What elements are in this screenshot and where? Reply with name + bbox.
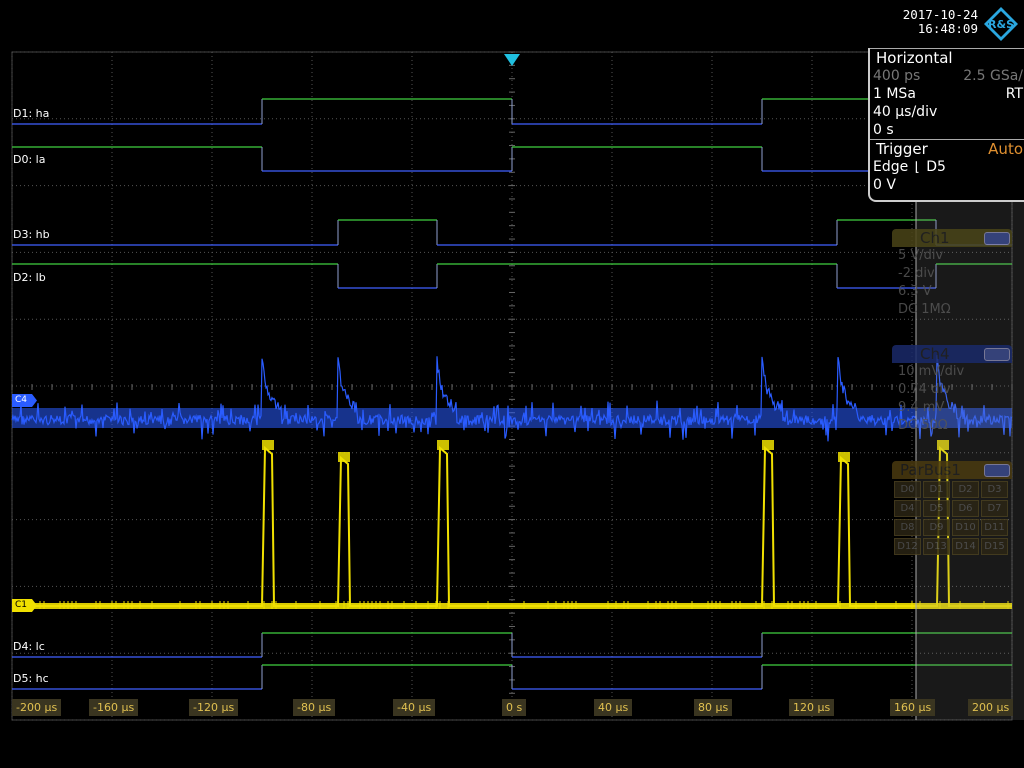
parbus-info-box[interactable]: ParBus1 D0 D1 D2 D3 D4 D5 D6 D7 D8 D9 D1… — [892, 461, 1012, 557]
x-tick-label: 200 µs — [968, 699, 1014, 716]
ch4-offset: 9.4 mV — [898, 400, 945, 415]
digital-label-d1: D1: ha — [13, 107, 50, 120]
timestamp: 2017-10-24 16:48:09 — [903, 8, 978, 36]
parbus-bit[interactable]: D5 — [923, 500, 950, 517]
ch1-pulse-top — [338, 452, 350, 462]
ch4-coupling: DC 50Ω — [898, 418, 948, 433]
ch4-band — [12, 408, 1012, 428]
digital-label-d4: D4: lc — [13, 640, 45, 653]
digital-label-d3: D3: hb — [13, 228, 50, 241]
x-tick-label: -120 µs — [189, 699, 239, 716]
ch1-pulse-top — [762, 440, 774, 450]
x-tick-label: 80 µs — [694, 699, 733, 716]
trigger-position-marker[interactable] — [504, 54, 520, 66]
sample-rate-value: 2.5 GSa/ — [963, 68, 1023, 84]
ch4-box-header[interactable]: Ch4 — [892, 345, 1012, 363]
ch4-box-title: Ch4 — [920, 345, 950, 363]
parbus-bit[interactable]: D12 — [894, 538, 921, 555]
parbus-bit[interactable]: D2 — [952, 481, 979, 498]
horizontal-record-row: 1 MSa RT — [870, 85, 1024, 103]
digital-label-d0: D0: la — [13, 153, 46, 166]
parbus-bit[interactable]: D15 — [981, 538, 1008, 555]
ch1-pulse-top — [437, 440, 449, 450]
falling-edge-icon: ⌊ — [914, 160, 920, 175]
x-tick-label: -200 µs — [12, 699, 62, 716]
svg-text:R&S: R&S — [988, 18, 1014, 31]
time-text: 16:48:09 — [917, 21, 978, 36]
parbus-bit[interactable]: D6 — [952, 500, 979, 517]
parbus-box-title: ParBus1 — [900, 461, 961, 479]
ch1-scale: 5 V/div — [898, 248, 944, 263]
parbus-bit[interactable]: D10 — [952, 519, 979, 536]
ch1-minimize-button[interactable] — [984, 232, 1010, 245]
ch4-scale: 10 mV/div — [898, 364, 965, 379]
trigger-level-value[interactable]: 0 V — [870, 176, 1024, 194]
parbus-minimize-button[interactable] — [984, 464, 1010, 477]
parbus-bit[interactable]: D1 — [923, 481, 950, 498]
x-tick-label: 120 µs — [789, 699, 835, 716]
parbus-bit-grid: D0 D1 D2 D3 D4 D5 D6 D7 D8 D9 D10 D11 D1… — [892, 479, 1012, 557]
parbus-bit[interactable]: D7 — [981, 500, 1008, 517]
ch4-marker[interactable]: C4 — [12, 394, 37, 407]
ch1-box-header[interactable]: Ch1 — [892, 229, 1012, 247]
ch1-box-title: Ch1 — [920, 229, 950, 247]
parbus-bit[interactable]: D14 — [952, 538, 979, 555]
x-tick-label: 160 µs — [890, 699, 936, 716]
ch1-marker[interactable]: C1 — [12, 599, 37, 612]
x-tick-label: -160 µs — [89, 699, 139, 716]
horizontal-position-value[interactable]: 0 s — [870, 121, 1024, 139]
parbus-bit[interactable]: D0 — [894, 481, 921, 498]
analog-traces — [11, 355, 1013, 609]
digital-label-d2: D2: lb — [13, 271, 46, 284]
ch4-info-box[interactable]: Ch4 10 mV/div 0.74 div 9.4 mV DC 50Ω — [892, 345, 1012, 435]
ch1-coupling: DC 1MΩ — [898, 302, 951, 317]
ch1-pulse-top — [838, 452, 850, 462]
horizontal-trigger-panel[interactable]: Horizontal 400 ps 2.5 GSa/ 1 MSa RT 40 µ… — [868, 48, 1024, 202]
parbus-box-header[interactable]: ParBus1 — [892, 461, 1012, 479]
trigger-title: Trigger — [876, 140, 928, 158]
parbus-bit[interactable]: D13 — [923, 538, 950, 555]
x-tick-label: -80 µs — [293, 699, 336, 716]
x-tick-label: 40 µs — [594, 699, 633, 716]
trigger-source: D5 — [926, 159, 946, 175]
horizontal-resolution-row: 400 ps 2.5 GSa/ — [870, 67, 1024, 85]
parbus-bit[interactable]: D11 — [981, 519, 1008, 536]
ch1-offset: 6.3 V — [898, 284, 932, 299]
ch1-pulse-top — [262, 440, 274, 450]
ch1-offset-div: -2 div — [898, 266, 935, 281]
resolution-value: 400 ps — [873, 68, 921, 84]
ch4-minimize-button[interactable] — [984, 348, 1010, 361]
ch1-band — [12, 603, 1012, 609]
ch1-waveform — [12, 445, 1012, 607]
acq-mode-value: RT — [1005, 86, 1023, 102]
x-tick-label: -40 µs — [393, 699, 436, 716]
ch4-offset-div: 0.74 div — [898, 382, 951, 397]
digital-label-d5: D5: hc — [13, 672, 49, 685]
rohde-schwarz-logo-icon: R&S — [984, 7, 1018, 41]
trigger-type: Edge — [873, 159, 909, 175]
time-scale-value[interactable]: 40 µs/div — [870, 103, 1024, 121]
trigger-header[interactable]: Trigger Auto — [870, 139, 1024, 158]
parbus-bit[interactable]: D8 — [894, 519, 921, 536]
trigger-type-row[interactable]: Edge ⌊ D5 — [870, 158, 1024, 176]
ch1-info-box[interactable]: Ch1 5 V/div -2 div 6.3 V DC 1MΩ — [892, 229, 1012, 319]
date-text: 2017-10-24 — [902, 7, 978, 22]
record-length-value: 1 MSa — [873, 86, 916, 102]
parbus-bit[interactable]: D4 — [894, 500, 921, 517]
parbus-bit[interactable]: D3 — [981, 481, 1008, 498]
trigger-mode[interactable]: Auto — [988, 140, 1023, 158]
horizontal-header[interactable]: Horizontal — [870, 48, 1024, 67]
x-tick-label: 0 s — [502, 699, 527, 716]
parbus-bit[interactable]: D9 — [923, 519, 950, 536]
